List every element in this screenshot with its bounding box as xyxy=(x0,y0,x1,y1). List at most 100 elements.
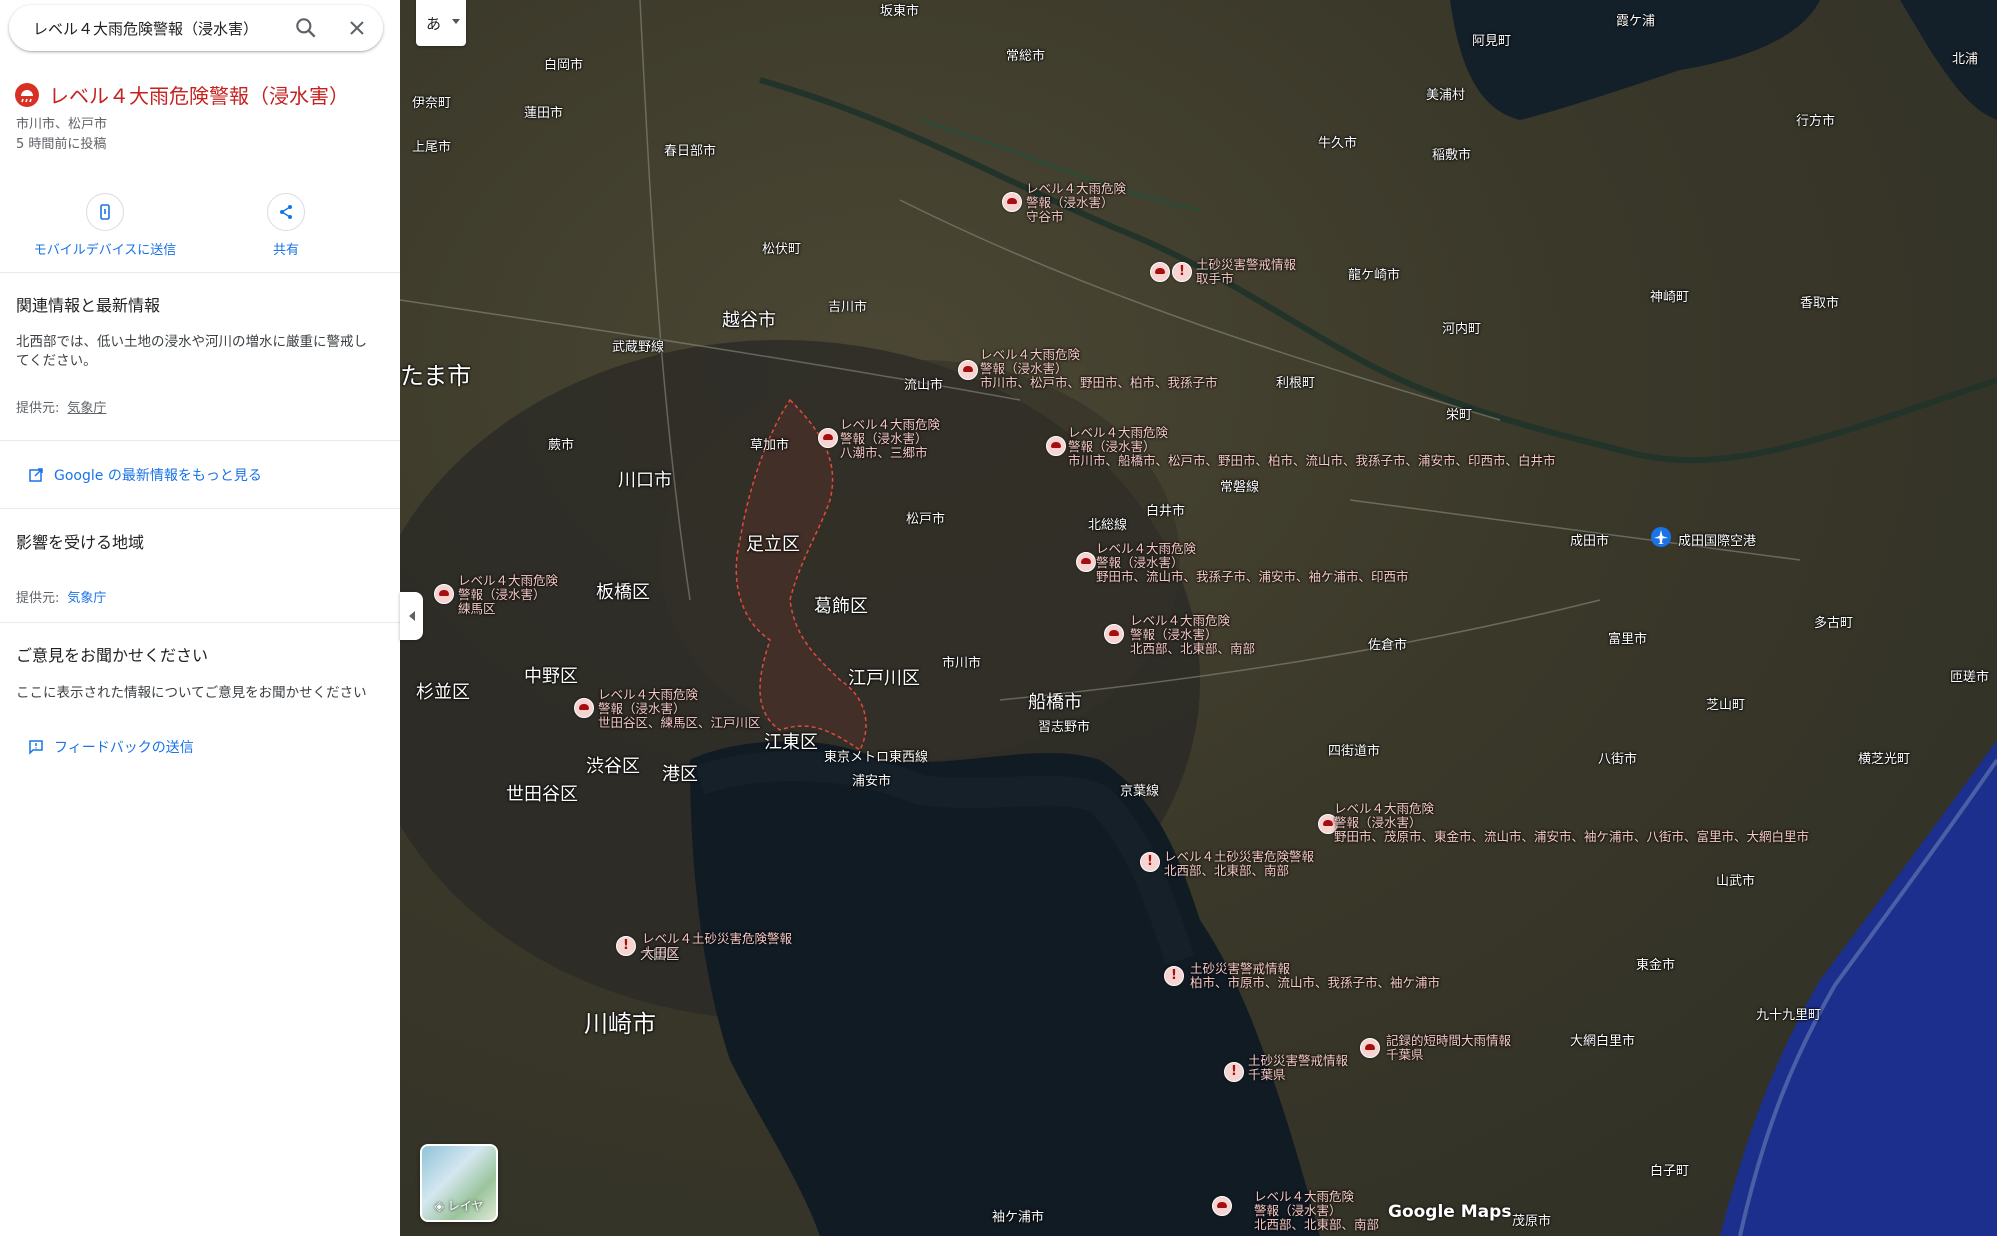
related-info-body: 北西部では、低い土地の浸水や河川の増水に厳重に警戒してください。 xyxy=(16,334,367,369)
heavy-rain-warning-pin[interactable] xyxy=(574,698,594,718)
alert-map-label[interactable]: レベル４大雨危険 警報（浸水害） 市川市、松戸市、野田市、柏市、我孫子市 xyxy=(980,348,1218,390)
place-label: 成田国際空港 xyxy=(1678,534,1757,549)
place-label: 蓮田市 xyxy=(524,106,564,121)
alert-title: レベル４大雨危険警報（浸水害） xyxy=(49,84,349,108)
place-label: 渋谷区 xyxy=(586,756,640,777)
heavy-rain-warning-pin[interactable] xyxy=(1046,436,1066,456)
place-label: 葛飾区 xyxy=(814,596,868,617)
send-to-mobile-label: モバイルデバイスに送信 xyxy=(33,243,177,258)
heavy-rain-warning-pin[interactable] xyxy=(1360,1038,1380,1058)
heavy-rain-warning-pin[interactable] xyxy=(434,584,454,604)
heavy-rain-warning-pin[interactable] xyxy=(1002,192,1022,212)
place-label: 阿見町 xyxy=(1472,34,1512,49)
provider-link[interactable]: 気象庁 xyxy=(67,591,106,606)
search-icon[interactable] xyxy=(293,15,319,41)
heavy-rain-warning-pin[interactable] xyxy=(958,360,978,380)
google-maps-logo: Google Maps xyxy=(1388,1202,1512,1222)
send-to-mobile-button[interactable]: モバイルデバイスに送信 xyxy=(20,193,190,258)
place-label: 松伏町 xyxy=(762,242,802,257)
send-feedback-button[interactable]: フィードバックの送信 xyxy=(28,737,194,757)
place-label: 吉川市 xyxy=(828,300,868,315)
airport-icon[interactable] xyxy=(1650,526,1672,548)
place-label: 神崎町 xyxy=(1650,290,1690,305)
alert-map-label[interactable]: 記録的短時間大雨情報 千葉県 xyxy=(1386,1034,1511,1062)
more-updates-label: Google の最新情報をもっと見る xyxy=(54,468,262,484)
place-label: 浦安市 xyxy=(852,774,892,789)
affected-areas-title: 影響を受ける地域 xyxy=(16,533,145,552)
place-label: 白子町 xyxy=(1650,1164,1690,1179)
place-label: 流山市 xyxy=(904,378,944,393)
alert-map-label[interactable]: レベル４大雨危険 警報（浸水害） 八潮市、三郷市 xyxy=(840,418,940,460)
place-label: 大網白里市 xyxy=(1570,1034,1636,1049)
more-updates-link[interactable]: Google の最新情報をもっと見る xyxy=(28,465,262,485)
layers-label: レイヤ xyxy=(447,1199,484,1213)
heavy-rain-warning-pin[interactable] xyxy=(1104,624,1124,644)
place-label: 香取市 xyxy=(1800,296,1840,311)
satellite-map[interactable]: 坂東市 常総市 白岡市 伊奈町 蓮田市 上尾市 春日部市 松伏町 吉川市 越谷市… xyxy=(400,0,1997,1236)
alert-map-label[interactable]: レベル４土砂災害危険警報 大田区 xyxy=(642,932,792,960)
place-label: 利根町 xyxy=(1276,376,1316,391)
place-label: 世田谷区 xyxy=(506,784,578,805)
share-button[interactable]: 共有 xyxy=(201,193,371,258)
place-label: 杉並区 xyxy=(416,682,470,703)
heavy-rain-warning-pin[interactable] xyxy=(818,428,838,448)
provider-link[interactable]: 気象庁 xyxy=(67,401,106,416)
place-label: 袖ケ浦市 xyxy=(992,1210,1045,1225)
related-provider: 提供元: 気象庁 xyxy=(16,397,106,416)
place-label: 春日部市 xyxy=(664,144,717,159)
search-input[interactable]: レベル４大雨危険警報（浸水害） xyxy=(33,18,258,39)
alert-map-label[interactable]: レベル４大雨危険 警報（浸水害） 野田市、流山市、我孫子市、浦安市、袖ケ浦市、印西市 xyxy=(1096,542,1409,584)
place-label: 船橋市 xyxy=(1028,692,1082,713)
landslide-warning-pin[interactable] xyxy=(1164,966,1184,986)
place-label: 四街道市 xyxy=(1328,744,1381,759)
place-label: 八街市 xyxy=(1598,752,1638,767)
alert-map-label[interactable]: レベル４大雨危険 警報（浸水害） 市川市、船橋市、松戸市、野田市、柏市、流山市、我孫… xyxy=(1068,426,1556,468)
feedback-title: ご意見をお聞かせください xyxy=(16,646,209,665)
place-label: 横芝光町 xyxy=(1858,752,1911,767)
place-label: 牛久市 xyxy=(1318,136,1358,151)
feedback-body: ここに表示された情報についてご意見をお聞かせください xyxy=(16,685,367,701)
alert-map-label[interactable]: レベル４大雨危険 警報（浸水害） 北西部、北東部、南部 xyxy=(1254,1190,1379,1232)
share-label: 共有 xyxy=(272,243,299,258)
place-label: 蕨市 xyxy=(548,438,575,453)
collapse-panel-button[interactable] xyxy=(400,592,423,640)
place-label: 板橋区 xyxy=(596,582,650,603)
chevron-left-icon xyxy=(408,611,415,621)
heavy-rain-warning-pin[interactable] xyxy=(1150,262,1170,282)
layers-button[interactable]: ◈ レイヤ xyxy=(420,1144,498,1222)
landslide-warning-pin[interactable] xyxy=(616,936,636,956)
alert-map-label[interactable]: レベル４大雨危険 警報（浸水害） 守谷市 xyxy=(1026,182,1126,224)
alert-map-label[interactable]: 土砂災害警戒情報 取手市 xyxy=(1196,258,1296,286)
place-label: 稲敷市 xyxy=(1432,148,1472,163)
landslide-warning-pin[interactable] xyxy=(1224,1062,1244,1082)
close-icon[interactable] xyxy=(345,16,369,40)
landslide-warning-pin[interactable] xyxy=(1140,852,1160,872)
place-label: 北総線 xyxy=(1088,518,1128,533)
alert-map-label[interactable]: レベル４大雨危険 警報（浸水害） 世田谷区、練馬区、江戸川区 xyxy=(598,688,761,730)
share-icon xyxy=(280,205,292,219)
place-label: 多古町 xyxy=(1814,616,1854,631)
place-label: 中野区 xyxy=(524,666,578,687)
heavy-rain-alert-icon xyxy=(15,82,39,107)
alert-areas: 市川市、松戸市 xyxy=(16,117,108,132)
place-label: 美浦村 xyxy=(1426,88,1466,103)
alert-map-label[interactable]: レベル４土砂災害危険警報 北西部、北東部、南部 xyxy=(1164,850,1314,878)
alert-map-label[interactable]: レベル４大雨危険 警報（浸水害） 練馬区 xyxy=(458,574,558,616)
heavy-rain-warning-pin[interactable] xyxy=(1212,1196,1232,1216)
place-label: 佐倉市 xyxy=(1368,638,1408,653)
landslide-warning-pin[interactable] xyxy=(1172,262,1192,282)
input-method-toggle[interactable]: あ xyxy=(416,0,466,46)
place-label: 川口市 xyxy=(618,470,672,491)
search-box[interactable]: レベル４大雨危険警報（浸水害） xyxy=(9,5,383,51)
heavy-rain-warning-pin[interactable] xyxy=(1076,552,1096,572)
alert-map-label[interactable]: 土砂災害警戒情報 千葉県 xyxy=(1248,1054,1348,1082)
place-label: 成田市 xyxy=(1570,534,1610,549)
alert-map-label[interactable]: レベル４大雨危険 警報（浸水害） 北西部、北東部、南部 xyxy=(1130,614,1255,656)
provider-label: 提供元: xyxy=(16,401,60,416)
place-label: 山武市 xyxy=(1716,874,1756,889)
place-label: 龍ケ崎市 xyxy=(1348,268,1401,283)
place-label: 坂東市 xyxy=(880,4,920,19)
alert-map-label[interactable]: 土砂災害警戒情報 柏市、市原市、流山市、我孫子市、袖ケ浦市 xyxy=(1190,962,1440,990)
place-label: 川崎市 xyxy=(584,1010,656,1038)
alert-map-label[interactable]: レベル４大雨危険 警報（浸水害） 野田市、茂原市、東金市、流山市、浦安市、袖ケ浦市、… xyxy=(1334,802,1809,844)
